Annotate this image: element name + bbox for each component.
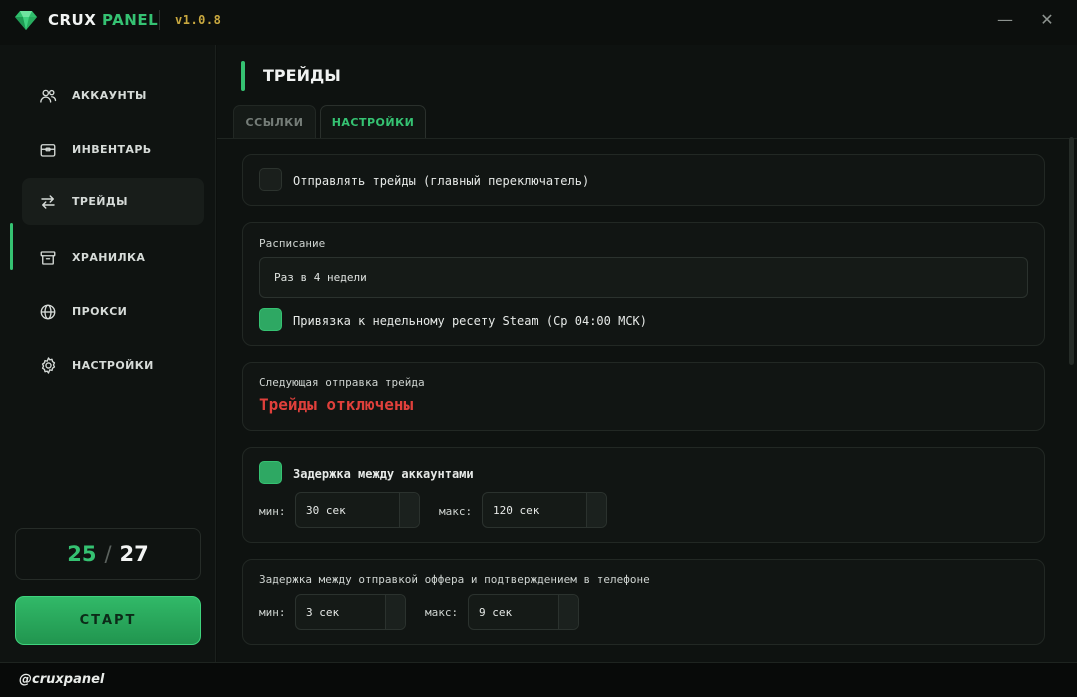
account-delay-label: Задержка между аккаунтами bbox=[293, 467, 474, 481]
send-trades-checkbox[interactable] bbox=[259, 168, 282, 191]
account-counter: 25 / 27 bbox=[15, 528, 201, 580]
minimize-icon: — bbox=[997, 10, 1013, 29]
sidebar-item-accounts[interactable]: АККАУНТЫ bbox=[22, 72, 204, 119]
account-delay-max-label: макс: bbox=[439, 505, 473, 518]
title-accent bbox=[241, 61, 245, 91]
brand-crux: CRUX bbox=[48, 11, 97, 29]
page-title: ТРЕЙДЫ bbox=[263, 66, 341, 85]
account-delay-min-input[interactable]: 30 сек bbox=[295, 492, 420, 528]
offer-delay-max-label: макс: bbox=[425, 606, 459, 619]
title-bar: CRUX PANEL v1.0.8 — ✕ bbox=[0, 0, 1077, 40]
main-panel: ТРЕЙДЫ ССЫЛКИ НАСТРОЙКИ Отправлять трейд… bbox=[217, 45, 1077, 662]
start-button[interactable]: СТАРТ bbox=[15, 596, 201, 645]
counter-total: 27 bbox=[119, 542, 149, 566]
gear-icon bbox=[38, 356, 58, 376]
globe-icon bbox=[38, 302, 58, 322]
users-icon bbox=[38, 86, 58, 106]
spinner-icon[interactable] bbox=[586, 493, 606, 527]
app-brand: CRUX PANEL bbox=[48, 11, 158, 29]
archive-box-icon bbox=[38, 248, 58, 268]
minimize-button[interactable]: — bbox=[995, 10, 1015, 30]
close-icon: ✕ bbox=[1040, 10, 1054, 29]
sidebar: АККАУНТЫ ИНВЕНТАРЬ ТРЕЙДЫ ХРАНИЛКА ПРОКС… bbox=[0, 45, 216, 662]
account-delay-max-value: 120 сек bbox=[493, 504, 540, 517]
send-trades-label: Отправлять трейды (главный переключатель… bbox=[293, 174, 590, 188]
offer-delay-min-value: 3 сек bbox=[306, 606, 340, 619]
brand-panel: PANEL bbox=[102, 11, 159, 29]
swap-arrows-icon bbox=[38, 192, 58, 212]
schedule-label: Расписание bbox=[259, 237, 326, 250]
scrollbar[interactable] bbox=[1069, 137, 1074, 365]
app-version: v1.0.8 bbox=[175, 13, 222, 27]
steam-reset-label: Привязка к недельному ресету Steam (Ср 0… bbox=[293, 314, 648, 328]
counter-separator: / bbox=[104, 542, 112, 566]
spinner-icon[interactable] bbox=[399, 493, 419, 527]
tab-settings[interactable]: НАСТРОЙКИ bbox=[320, 105, 426, 139]
inventory-icon bbox=[38, 140, 58, 160]
steam-reset-checkbox[interactable] bbox=[259, 308, 282, 331]
brand-divider bbox=[159, 10, 160, 30]
account-delay-min-label: мин: bbox=[259, 505, 286, 518]
next-send-card: Следующая отправка трейда Трейды отключе… bbox=[242, 362, 1045, 431]
schedule-select[interactable]: Раз в 4 недели bbox=[259, 257, 1028, 298]
account-delay-checkbox[interactable] bbox=[259, 461, 282, 484]
sidebar-item-label: ПРОКСИ bbox=[72, 305, 128, 318]
sidebar-item-label: ИНВЕНТАРЬ bbox=[72, 143, 152, 156]
sidebar-item-settings[interactable]: НАСТРОЙКИ bbox=[22, 342, 204, 389]
spinner-icon[interactable] bbox=[385, 595, 405, 629]
spinner-icon[interactable] bbox=[558, 595, 578, 629]
offer-delay-min-label: мин: bbox=[259, 606, 286, 619]
offer-delay-min-input[interactable]: 3 сек bbox=[295, 594, 406, 630]
next-send-status: Трейды отключены bbox=[259, 395, 414, 414]
sidebar-item-label: ХРАНИЛКА bbox=[72, 251, 146, 264]
sidebar-item-label: АККАУНТЫ bbox=[72, 89, 147, 102]
sidebar-item-trades[interactable]: ТРЕЙДЫ bbox=[22, 178, 204, 225]
close-button[interactable]: ✕ bbox=[1037, 10, 1057, 30]
sidebar-item-proxy[interactable]: ПРОКСИ bbox=[22, 288, 204, 335]
account-delay-card: Задержка между аккаунтами мин: 30 сек ма… bbox=[242, 447, 1045, 543]
sidebar-item-inventory[interactable]: ИНВЕНТАРЬ bbox=[22, 126, 204, 173]
schedule-card: Расписание Раз в 4 недели Привязка к нед… bbox=[242, 222, 1045, 346]
offer-delay-card: Задержка между отправкой оффера и подтве… bbox=[242, 559, 1045, 645]
tab-links[interactable]: ССЫЛКИ bbox=[233, 105, 316, 139]
next-send-label: Следующая отправка трейда bbox=[259, 376, 425, 389]
footer-bar: @cruxpanel bbox=[0, 662, 1077, 697]
offer-delay-max-value: 9 сек bbox=[479, 606, 513, 619]
offer-delay-max-input[interactable]: 9 сек bbox=[468, 594, 579, 630]
sidebar-item-label: ТРЕЙДЫ bbox=[72, 195, 128, 208]
send-trades-card: Отправлять трейды (главный переключатель… bbox=[242, 154, 1045, 206]
schedule-value: Раз в 4 недели bbox=[274, 271, 367, 284]
counter-current: 25 bbox=[67, 542, 97, 566]
tabs-divider bbox=[217, 138, 1077, 139]
offer-delay-label: Задержка между отправкой оффера и подтве… bbox=[259, 573, 650, 586]
account-delay-min-value: 30 сек bbox=[306, 504, 346, 517]
sidebar-item-storage[interactable]: ХРАНИЛКА bbox=[22, 234, 204, 281]
footer-handle: @cruxpanel bbox=[19, 672, 105, 687]
emerald-logo-icon bbox=[15, 11, 37, 30]
active-indicator bbox=[10, 223, 13, 270]
account-delay-max-input[interactable]: 120 сек bbox=[482, 492, 607, 528]
sidebar-item-label: НАСТРОЙКИ bbox=[72, 359, 154, 372]
